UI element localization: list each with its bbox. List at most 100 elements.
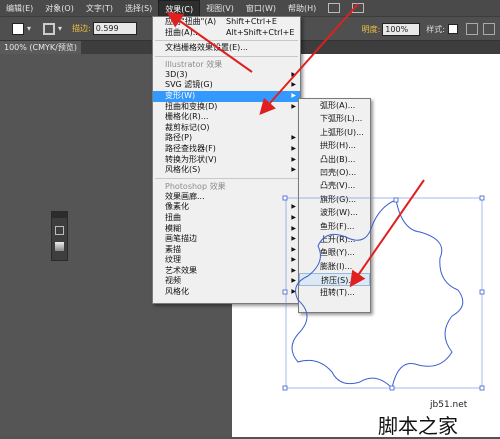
menu-item-apply-last[interactable]: 应用"扭曲"(A) Shift+Ctrl+E: [153, 17, 300, 28]
submenu-item-bulge[interactable]: 凸出(B)...: [299, 153, 370, 166]
menu-item-warp[interactable]: 变形(W) ▶: [153, 90, 300, 102]
menu-help[interactable]: 帮助(H): [282, 0, 322, 17]
submenu-item-shell-upper[interactable]: 凸壳(V)...: [299, 179, 370, 192]
menu-item-path[interactable]: 路径(P) ▶: [153, 133, 300, 144]
menu-item-convert-to-shape[interactable]: 转换为形状(V) ▶: [153, 155, 300, 166]
menu-edit[interactable]: 编辑(E): [0, 0, 39, 17]
menu-item-stylize[interactable]: 风格化(S) ▶: [153, 165, 300, 176]
submenu-arrow-icon: ▶: [291, 266, 296, 274]
panel-grip[interactable]: [52, 212, 67, 218]
submenu-item-fish[interactable]: 鱼形(F)...: [299, 220, 370, 233]
menu-item-label: 纹理: [165, 255, 181, 265]
stroke-swatch[interactable]: [43, 22, 55, 35]
menu-item-label: 变形(W): [165, 90, 196, 100]
submenu-item-twist[interactable]: 扭转(T)...: [299, 286, 370, 299]
submenu-arrow-icon: ▶: [291, 277, 296, 285]
menu-item-label: 扭曲(A)...: [165, 27, 201, 37]
menu-item-label: 路径(P): [165, 133, 193, 143]
floating-tool-panel[interactable]: [51, 211, 68, 261]
menu-view[interactable]: 视图(V): [200, 0, 240, 17]
submenu-arrow-icon: ▶: [291, 81, 296, 89]
menu-item-label: 效果画廊...: [165, 191, 205, 201]
stroke-weight-input[interactable]: 0.599: [92, 22, 137, 35]
submenu-item-arch[interactable]: 拱形(H)...: [299, 139, 370, 152]
menu-item-label: 视频: [165, 276, 181, 286]
opacity-label: 明度:: [361, 24, 381, 34]
submenu-arrow-icon: ▶: [291, 235, 296, 243]
menu-item-label: 画笔描边: [165, 234, 197, 244]
menu-select[interactable]: 选择(S): [119, 0, 158, 17]
arrange-documents-icon[interactable]: [352, 3, 365, 13]
menu-item-pixelate[interactable]: 像素化 ▶: [153, 202, 300, 213]
fill-swatch[interactable]: [12, 22, 24, 35]
menu-window[interactable]: 窗口(W): [240, 0, 282, 17]
menu-item-label: 3D(3): [165, 69, 188, 79]
menu-item-sketch[interactable]: 素描 ▶: [153, 245, 300, 256]
submenu-item-arc[interactable]: 弧形(A)...: [299, 99, 370, 112]
menu-item-texture[interactable]: 纹理 ▶: [153, 255, 300, 266]
menu-item-label: 素描: [165, 244, 181, 254]
submenu-arrow-icon: ▶: [291, 91, 296, 99]
menu-object[interactable]: 对象(O): [39, 0, 80, 17]
transform-icon[interactable]: [483, 23, 495, 35]
menu-separator: [155, 177, 298, 179]
submenu-item-inflate[interactable]: 膨胀(I)...: [299, 260, 370, 273]
chevron-down-icon[interactable]: ▾: [27, 24, 35, 34]
submenu-item-fisheye[interactable]: 鱼眼(Y)...: [299, 246, 370, 259]
menu-item-label: 应用"扭曲"(A): [165, 17, 217, 26]
menu-item-video[interactable]: 视频 ▶: [153, 276, 300, 287]
submenu-arrow-icon: ▶: [291, 70, 296, 78]
menu-item-rasterize[interactable]: 栅格化(R)...: [153, 112, 300, 123]
shortcut-label: Alt+Shift+Ctrl+E: [226, 27, 295, 37]
submenu-item-shell-lower[interactable]: 凹壳(O)...: [299, 166, 370, 179]
gradient-icon[interactable]: [55, 242, 64, 251]
document-tab[interactable]: 100% (CMYK/预览): [0, 41, 81, 54]
menu-separator: [155, 40, 298, 42]
menu-item-label: 路径查找器(F): [165, 143, 216, 153]
menu-item-label: 风格化: [165, 287, 189, 297]
menu-item-last-effect[interactable]: 扭曲(A)... Alt+Shift+Ctrl+E: [153, 28, 300, 39]
menu-item-effect-gallery[interactable]: 效果画廊...: [153, 192, 300, 203]
submenu-item-squeeze[interactable]: 挤压(S)...: [299, 273, 370, 287]
menu-item-ps-stylize[interactable]: 风格化 ▶: [153, 287, 300, 298]
submenu-arrow-icon: ▶: [291, 155, 296, 163]
menu-item-distort[interactable]: 扭曲 ▶: [153, 213, 300, 224]
submenu-arrow-icon: ▶: [291, 203, 296, 211]
menu-item-label: 裁剪标记(O): [165, 122, 210, 132]
submenu-arrow-icon: ▶: [291, 134, 296, 142]
bridge-icon[interactable]: [328, 3, 341, 13]
submenu-item-arc-lower[interactable]: 下弧形(L)...: [299, 112, 370, 125]
chevron-down-icon[interactable]: ▾: [58, 24, 66, 34]
menu-item-brush-strokes[interactable]: 画笔描边 ▶: [153, 234, 300, 245]
menu-item-blur[interactable]: 模糊 ▶: [153, 224, 300, 235]
warp-submenu: 弧形(A)... 下弧形(L)... 上弧形(U)... 拱形(H)... 凸出…: [298, 98, 371, 313]
submenu-item-arc-upper[interactable]: 上弧形(U)...: [299, 126, 370, 139]
submenu-item-rise[interactable]: 上升(R)...: [299, 233, 370, 246]
menu-item-label: 栅格化(R)...: [165, 112, 209, 122]
submenu-arrow-icon: ▶: [291, 213, 296, 221]
stroke-label: 描边:: [72, 24, 91, 33]
menu-item-label: 转换为形状(V): [165, 154, 217, 164]
photoshop-effects-header: Photoshop 效果: [165, 181, 226, 191]
menu-item-3d[interactable]: 3D(3) ▶: [153, 70, 300, 81]
menu-bar: 编辑(E) 对象(O) 文字(T) 选择(S) 效果(C) 视图(V) 窗口(W…: [0, 0, 500, 17]
submenu-item-wave[interactable]: 波形(W)...: [299, 206, 370, 219]
style-swatch[interactable]: [448, 24, 458, 34]
submenu-arrow-icon: ▶: [291, 256, 296, 264]
menu-item-doc-raster[interactable]: 文档栅格效果设置(E)...: [153, 43, 300, 54]
menu-type[interactable]: 文字(T): [80, 0, 119, 17]
menu-effect[interactable]: 效果(C): [158, 0, 201, 17]
menu-item-pathfinder[interactable]: 路径查找器(F) ▶: [153, 144, 300, 155]
submenu-item-flag[interactable]: 旗形(G)...: [299, 193, 370, 206]
menu-item-artistic[interactable]: 艺术效果 ▶: [153, 266, 300, 277]
submenu-arrow-icon: ▶: [291, 224, 296, 232]
watermark-site: jb51.net: [430, 400, 468, 410]
opacity-input[interactable]: 100%: [382, 22, 421, 36]
menu-item-distort-transform[interactable]: 扭曲和变换(D) ▶: [153, 102, 300, 113]
shortcut-label: Shift+Ctrl+E: [226, 17, 277, 26]
menu-item-svg-filters[interactable]: SVG 滤镜(G) ▶: [153, 80, 300, 91]
rectangle-icon[interactable]: [55, 226, 64, 235]
menu-item-crop-marks[interactable]: 裁剪标记(O): [153, 123, 300, 134]
align-icon[interactable]: [466, 23, 478, 35]
menu-item-label: 模糊: [165, 223, 181, 233]
